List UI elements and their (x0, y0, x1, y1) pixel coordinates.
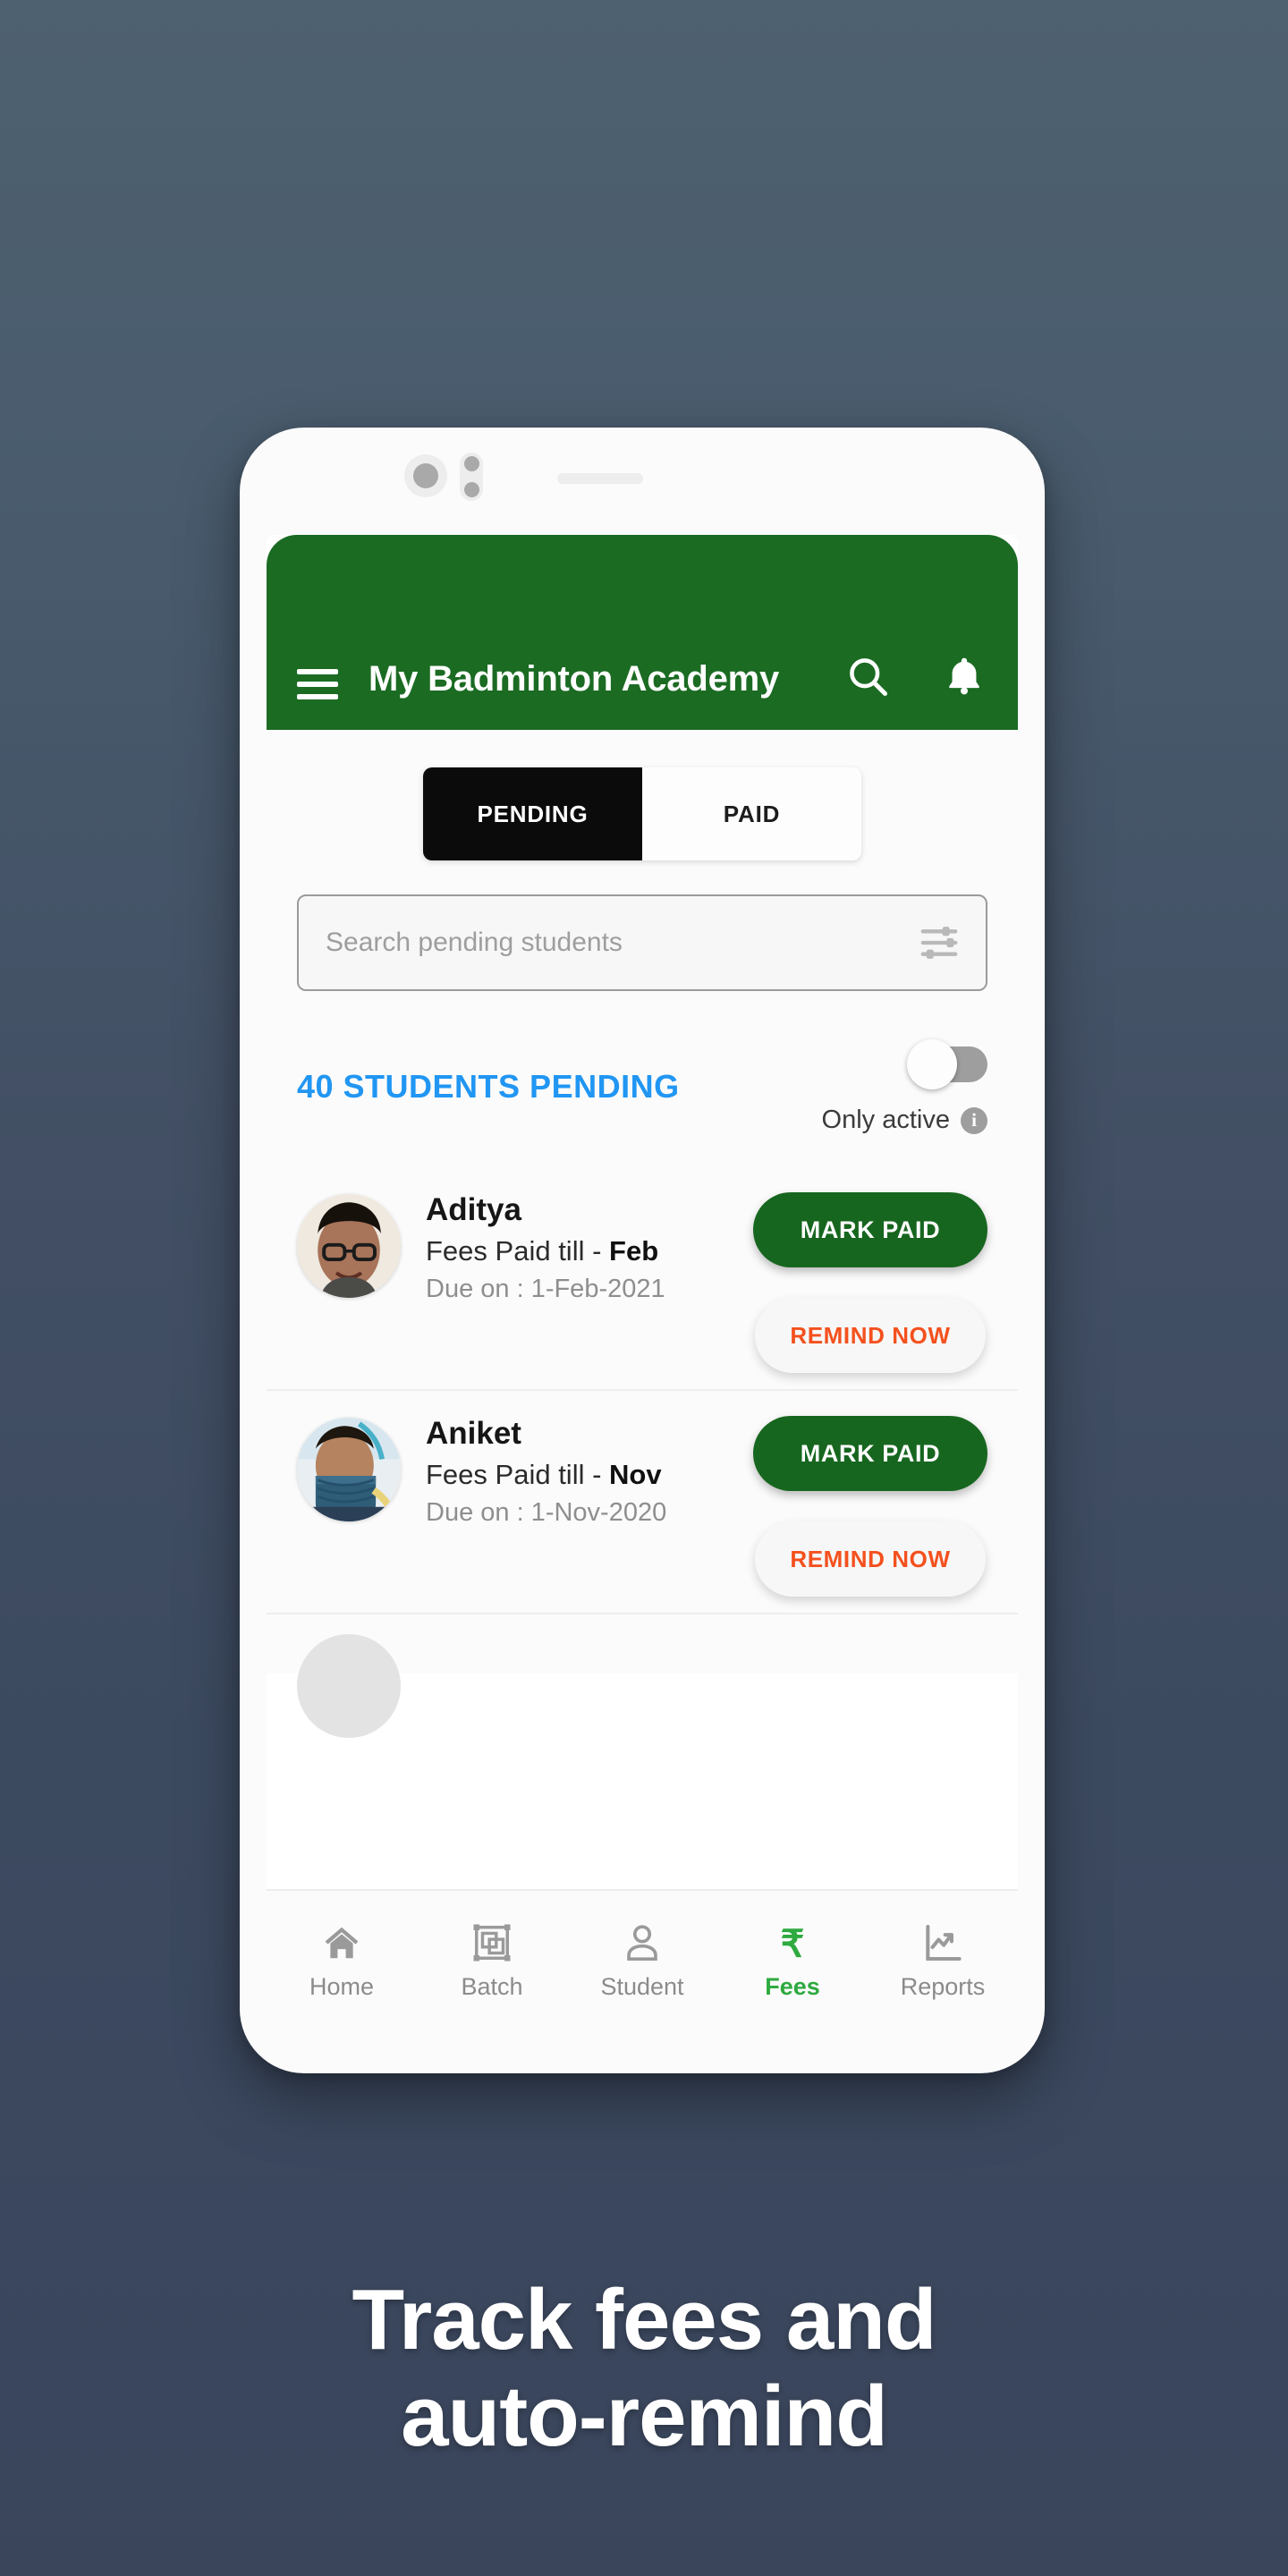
pending-count-label: 40 STUDENTS PENDING (297, 1068, 680, 1105)
avatar (297, 1418, 401, 1521)
remind-now-button[interactable]: REMIND NOW (755, 1298, 986, 1373)
tab-pending[interactable]: PENDING (423, 767, 642, 860)
front-camera-icon (404, 454, 447, 497)
paid-till-prefix: Fees Paid till - (426, 1459, 610, 1490)
sliders-filter-icon[interactable] (919, 925, 959, 961)
phone-mockup: My Badminton Academy PENDING PAID Search… (240, 428, 1045, 2073)
only-active-switch[interactable] (907, 1039, 987, 1089)
search-input[interactable] (326, 928, 919, 958)
search-icon[interactable] (844, 653, 891, 699)
person-icon (619, 1919, 665, 1966)
rupee-icon: ₹ (769, 1919, 816, 1966)
student-paid-till: Fees Paid till - Nov (426, 1459, 753, 1491)
only-active-toggle-group: Only active i (822, 1039, 987, 1135)
nav-label: Home (309, 1972, 375, 2000)
student-name: Aniket (426, 1416, 521, 1451)
student-due-date: Due on : 1-Nov-2020 (426, 1498, 667, 1527)
mark-paid-button[interactable]: MARK PAID (753, 1192, 987, 1267)
nav-item-fees[interactable]: ₹ Fees (717, 1919, 868, 2001)
nav-label: Fees (765, 1972, 820, 2000)
student-name: Aditya (426, 1192, 521, 1227)
remind-now-button[interactable]: REMIND NOW (755, 1521, 986, 1597)
sensor-dots-icon (460, 453, 483, 501)
phone-screen: My Badminton Academy PENDING PAID Search… (267, 535, 1018, 2029)
only-active-row: Only active i (822, 1106, 987, 1135)
pending-summary-row: 40 STUDENTS PENDING Only active i (267, 991, 1018, 1135)
paid-till-month: Feb (609, 1235, 659, 1267)
mark-paid-button[interactable]: MARK PAID (753, 1416, 987, 1491)
nav-label: Reports (900, 1972, 986, 2000)
nav-item-batch[interactable]: Batch (417, 1919, 567, 2001)
student-row[interactable]: Aditya Fees Paid till - Feb Due on : 1-F… (267, 1167, 1018, 1391)
bottom-navigation-bar: Home Batch Student ₹ Fees Reports (267, 1889, 1018, 2029)
app-bar: My Badminton Academy (267, 535, 1018, 730)
chart-icon (919, 1919, 966, 1966)
nav-item-reports[interactable]: Reports (868, 1919, 1018, 2001)
only-active-label: Only active (821, 1106, 950, 1134)
batch-icon (469, 1919, 515, 1966)
avatar (297, 1634, 401, 1738)
nav-label: Student (600, 1972, 684, 2000)
student-info: Aditya Fees Paid till - Feb Due on : 1-F… (426, 1189, 753, 1380)
nav-item-home[interactable]: Home (267, 1919, 417, 2001)
info-icon[interactable]: i (961, 1106, 987, 1134)
student-list: Aditya Fees Paid till - Feb Due on : 1-F… (267, 1135, 1018, 1738)
student-actions: MARK PAID REMIND NOW (753, 1412, 987, 1604)
bell-icon[interactable] (941, 653, 987, 699)
phone-top-bezel (240, 428, 1045, 535)
nav-item-student[interactable]: Student (567, 1919, 717, 2001)
app-title: My Badminton Academy (369, 659, 780, 699)
student-due-date: Due on : 1-Feb-2021 (426, 1275, 665, 1303)
tab-paid[interactable]: PAID (642, 767, 861, 860)
search-row (267, 860, 1018, 991)
svg-text:₹: ₹ (781, 1922, 805, 1963)
fee-status-tabs: PENDING PAID (267, 730, 1018, 860)
caption-line-2: auto-remind (401, 2368, 888, 2464)
search-field[interactable] (297, 894, 987, 991)
paid-till-prefix: Fees Paid till - (426, 1235, 610, 1267)
earpiece-speaker (557, 473, 643, 484)
student-row-partial[interactable] (267, 1614, 1018, 1738)
student-paid-till: Fees Paid till - Feb (426, 1235, 753, 1267)
promo-caption: Track fees and auto-remind (0, 2272, 1288, 2464)
home-icon (318, 1919, 365, 1966)
paid-till-month: Nov (609, 1459, 662, 1490)
student-actions: MARK PAID REMIND NOW (753, 1189, 987, 1380)
student-row[interactable]: Aniket Fees Paid till - Nov Due on : 1-N… (267, 1391, 1018, 1614)
nav-label: Batch (461, 1972, 523, 2000)
hamburger-menu-icon[interactable] (297, 669, 338, 699)
avatar (297, 1194, 401, 1298)
caption-line-1: Track fees and (352, 2272, 936, 2368)
student-info: Aniket Fees Paid till - Nov Due on : 1-N… (426, 1412, 753, 1604)
